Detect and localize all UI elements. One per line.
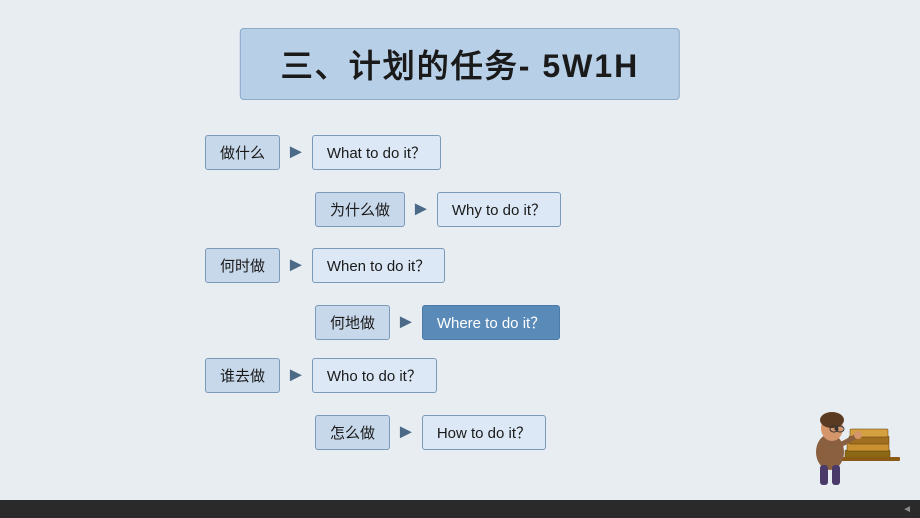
en-label: Who to do it？ [312,358,437,393]
en-label: How to do it？ [422,415,546,450]
diagram-row-row5: 谁去做 ► Who to do it？ [205,358,437,393]
cn-label: 谁去做 [205,358,280,393]
bottom-bar: ◄ [0,500,920,518]
arrow-icon: ► [396,421,416,444]
arrow-icon: ► [286,254,306,277]
diagram-row-row4: 何地做 ► Where to do it？ [315,305,560,340]
en-label: Where to do it？ [422,305,560,340]
title-box: 三、计划的任务- 5W1H [240,28,680,100]
nav-icon: ◄ [902,504,912,515]
cn-label: 何时做 [205,248,280,283]
diagram-row-row2: 为什么做 ► Why to do it？ [315,192,561,227]
cn-label: 做什么 [205,135,280,170]
cn-label: 怎么做 [315,415,390,450]
slide: 三、计划的任务- 5W1H [0,0,920,500]
en-label: What to do it？ [312,135,441,170]
cn-label: 为什么做 [315,192,405,227]
arrow-icon: ► [396,311,416,334]
diagram-row-row1: 做什么 ► What to do it？ [205,135,441,170]
en-label: Why to do it？ [437,192,561,227]
arrow-icon: ► [286,141,306,164]
diagram-row-row3: 何时做 ► When to do it？ [205,248,445,283]
figure [790,380,900,490]
arrow-icon: ► [286,364,306,387]
arrow-icon: ► [411,198,431,221]
cn-label: 何地做 [315,305,390,340]
diagram-row-row6: 怎么做 ► How to do it？ [315,415,546,450]
title-text: 三、计划的任务- 5W1H [281,48,639,84]
en-label: When to do it？ [312,248,445,283]
